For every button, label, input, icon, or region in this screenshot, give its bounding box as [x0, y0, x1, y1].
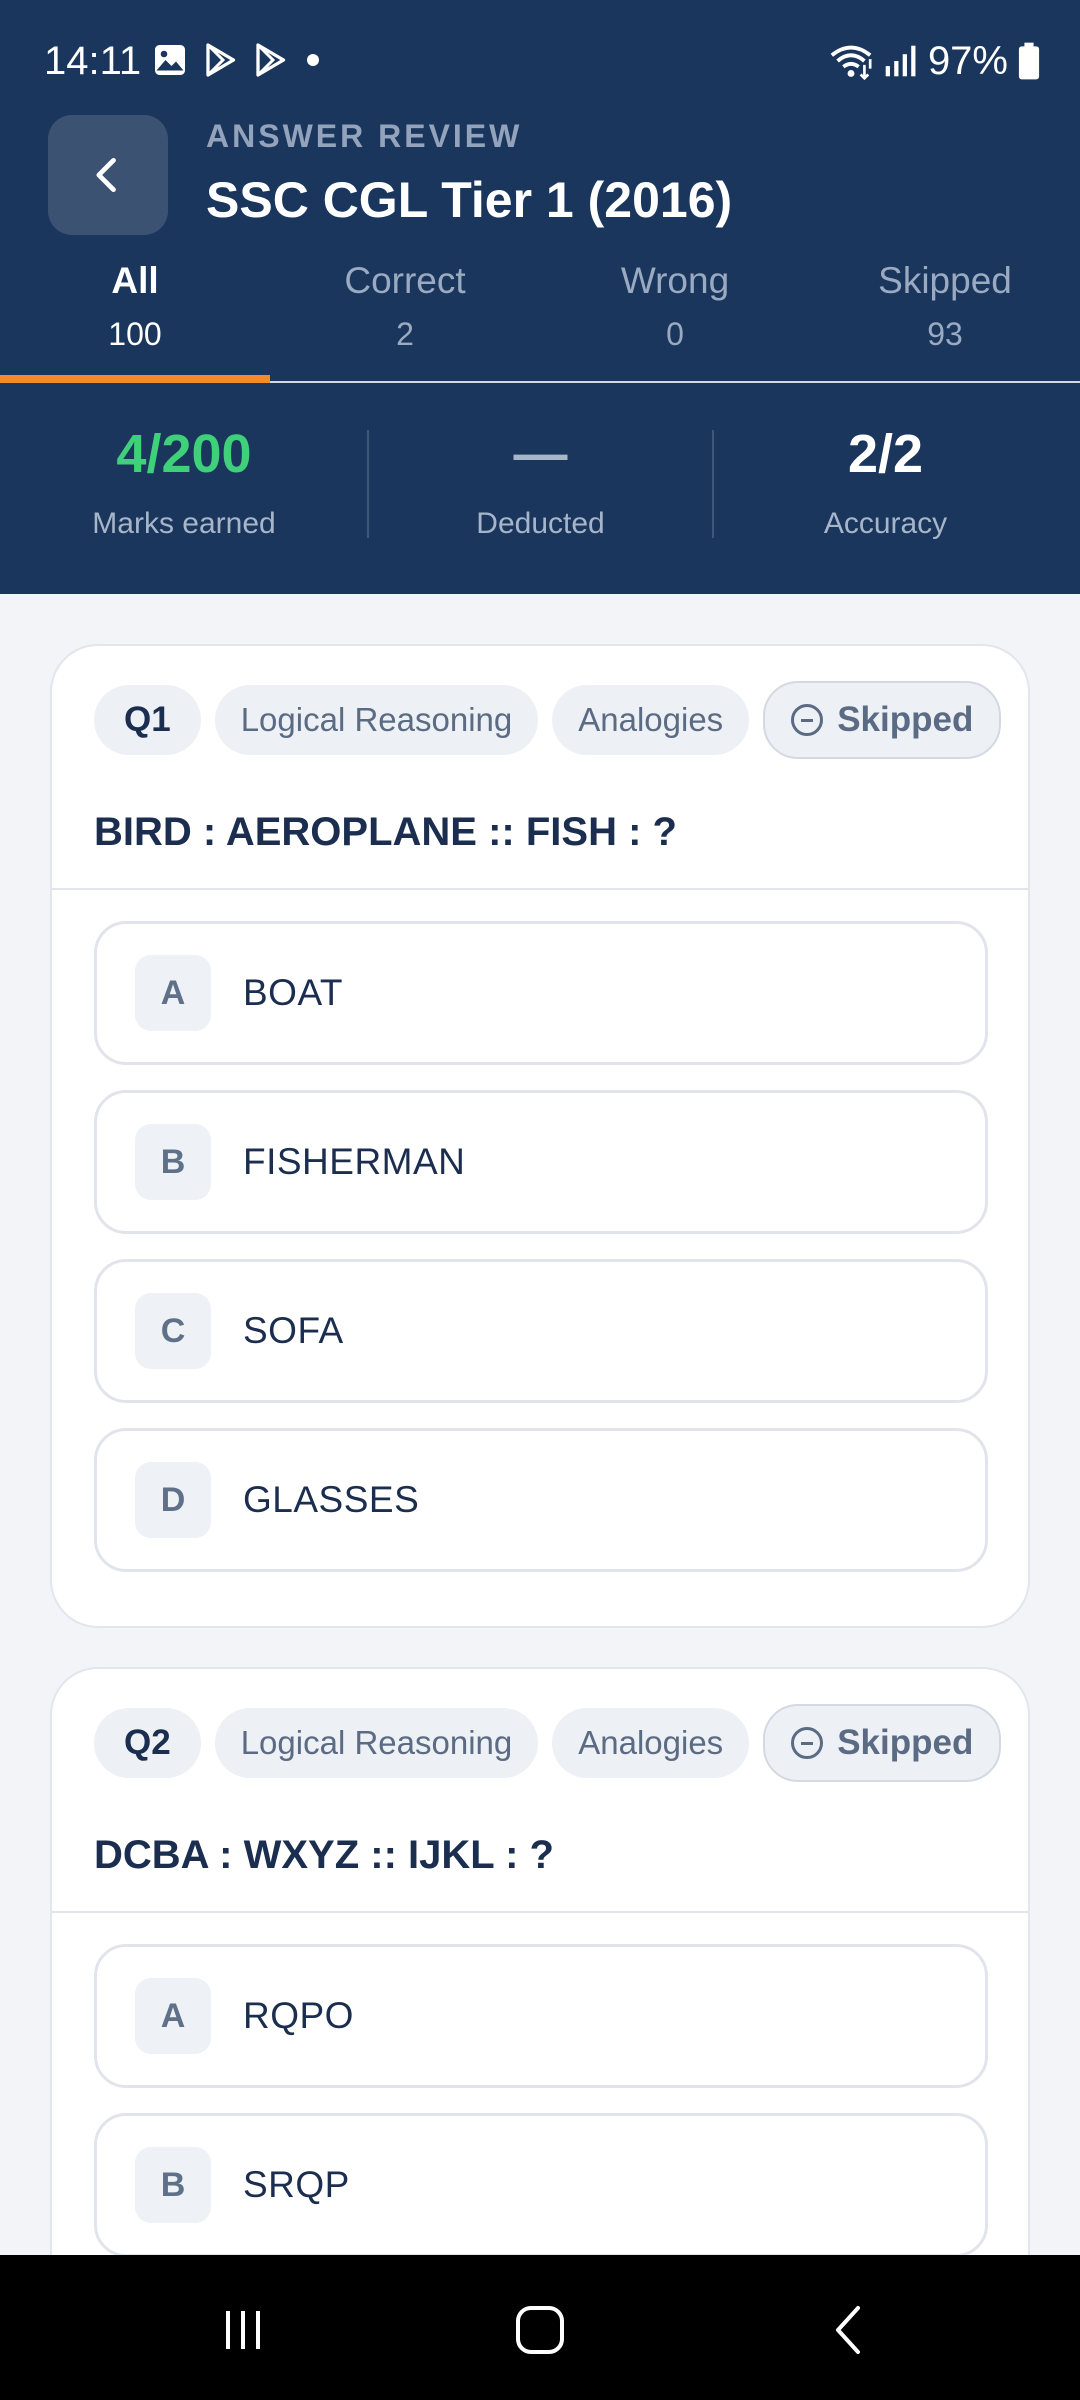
accuracy-stat: 2/2 Accuracy [713, 420, 1058, 550]
option-letter: A [135, 955, 211, 1031]
subject-chip: Logical Reasoning [214, 1708, 539, 1778]
tab-label: All [111, 260, 159, 301]
option-text: BOAT [243, 972, 343, 1013]
home-icon [516, 2306, 564, 2354]
chevron-left-icon [96, 157, 116, 193]
option-letter: A [135, 1978, 211, 2054]
minus-circle-icon [791, 1727, 824, 1759]
notification-icons [152, 42, 324, 78]
option-b[interactable]: B SRQP [94, 2113, 988, 2257]
option-text: SOFA [243, 1310, 344, 1351]
topic-chip: Analogies [552, 1708, 750, 1778]
status-badge: Skipped [763, 681, 1002, 759]
stat-value: 2/2 [847, 424, 924, 484]
tab-skipped[interactable]: Skipped 93 [810, 255, 1080, 383]
status-bar: 14:11 97% [0, 0, 1080, 118]
battery-icon [1018, 42, 1040, 80]
tab-label: Correct [344, 260, 466, 301]
option-text: SRQP [243, 2164, 350, 2205]
active-tab-indicator [0, 375, 270, 383]
tab-count: 2 [396, 316, 414, 352]
system-back-button[interactable] [808, 2295, 888, 2365]
page-kicker: ANSWER REVIEW [206, 118, 523, 154]
battery-percent: 97% [927, 39, 1008, 83]
option-text: FISHERMAN [243, 1141, 466, 1182]
stat-divider [712, 430, 714, 538]
tab-count: 100 [108, 316, 162, 352]
status-label: Skipped [837, 1723, 974, 1762]
system-status: 97% [828, 38, 1040, 84]
back-button[interactable] [48, 115, 168, 235]
deducted-stat: — Deducted [368, 420, 713, 550]
subject-chip: Logical Reasoning [214, 685, 539, 755]
play-store-icon [256, 43, 286, 77]
option-d[interactable]: D GLASSES [94, 1428, 988, 1572]
page-title: SSC CGL Tier 1 (2016) [206, 172, 733, 228]
filter-tabs: All 100 Correct 2 Wrong 0 Skipped 93 [0, 255, 1080, 383]
system-nav-bar [0, 2255, 1080, 2400]
tab-correct[interactable]: Correct 2 [270, 255, 540, 383]
back-arrow-icon [836, 2306, 860, 2354]
option-letter: C [135, 1293, 211, 1369]
option-c[interactable]: C SOFA [94, 1259, 988, 1403]
question-text: DCBA : WXYZ :: IJKL : ? [94, 1833, 554, 1877]
minus-circle-icon [791, 704, 824, 736]
stat-value: — [513, 424, 568, 484]
play-store-icon [206, 43, 236, 77]
recent-apps-icon [226, 2311, 260, 2349]
option-a[interactable]: A BOAT [94, 921, 988, 1065]
question-card: Q1 Logical Reasoning Analogies Skipped B… [50, 644, 1030, 1628]
question-divider [52, 1911, 1028, 1913]
signal-icon [885, 45, 916, 77]
gallery-icon [155, 45, 185, 75]
stat-divider [367, 430, 369, 538]
question-number: Q2 [94, 1708, 201, 1778]
tab-label: Wrong [620, 260, 730, 301]
stat-label: Accuracy [823, 507, 948, 540]
topic-chip: Analogies [552, 685, 750, 755]
question-number: Q1 [94, 685, 201, 755]
question-chips: Q1 Logical Reasoning Analogies Skipped [94, 681, 1002, 759]
tab-label: Skipped [878, 260, 1012, 301]
option-text: RQPO [243, 1995, 354, 2036]
option-b[interactable]: B FISHERMAN [94, 1090, 988, 1234]
dot-icon [307, 54, 319, 66]
option-letter: B [135, 1124, 211, 1200]
wifi-icon [830, 45, 872, 81]
home-button[interactable] [500, 2295, 580, 2365]
stat-value: 4/200 [116, 424, 252, 484]
tab-wrong[interactable]: Wrong 0 [540, 255, 810, 383]
status-badge: Skipped [763, 1704, 1002, 1782]
status-label: Skipped [837, 700, 974, 739]
question-text: BIRD : AEROPLANE :: FISH : ? [94, 810, 677, 854]
option-letter: D [135, 1462, 211, 1538]
status-time: 14:11 [44, 39, 142, 83]
score-summary: 4/200 Marks earned — Deducted 2/2 Accura… [0, 420, 1080, 550]
tab-all[interactable]: All 100 [0, 255, 270, 383]
tab-count: 93 [927, 316, 963, 352]
question-chips: Q2 Logical Reasoning Analogies Skipped [94, 1704, 1002, 1782]
tab-count: 0 [666, 316, 684, 352]
option-text: GLASSES [243, 1479, 420, 1520]
header-panel: 14:11 97% ANSWER REVIEW SSC CGL Tier 1 (… [0, 0, 1080, 594]
stat-label: Marks earned [92, 507, 276, 540]
option-letter: B [135, 2147, 211, 2223]
marks-earned-stat: 4/200 Marks earned [0, 420, 368, 550]
recent-apps-button[interactable] [203, 2295, 283, 2365]
option-a[interactable]: A RQPO [94, 1944, 988, 2088]
stat-label: Deducted [476, 507, 605, 540]
question-divider [52, 888, 1028, 890]
